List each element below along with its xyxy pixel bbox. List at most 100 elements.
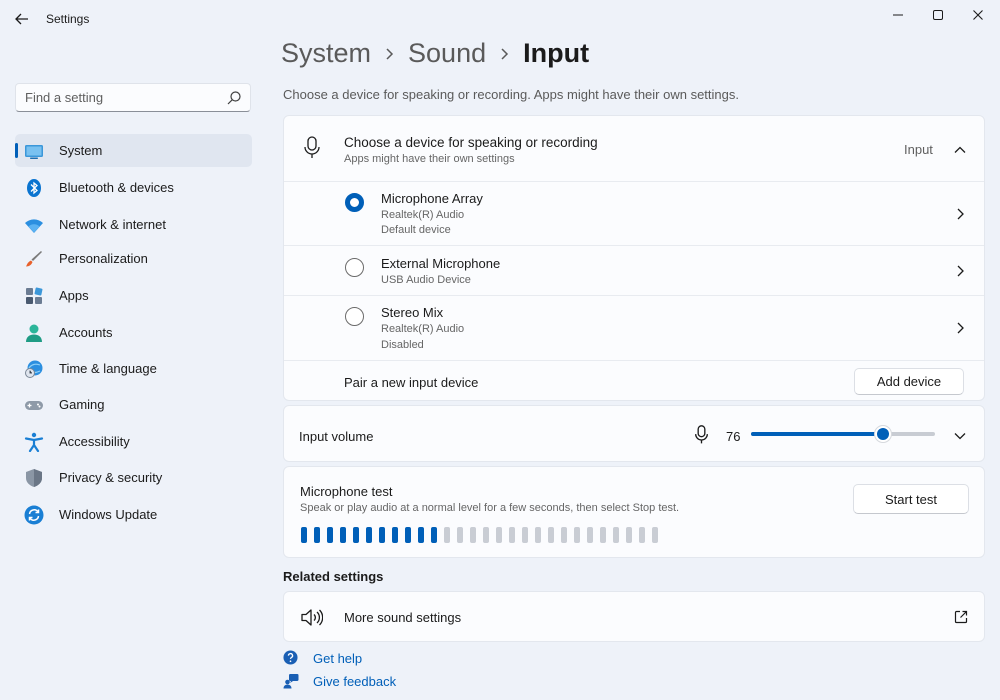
radio-unselected[interactable]: [345, 258, 364, 277]
section-label: Input: [904, 142, 933, 157]
get-help-label: Get help: [313, 651, 363, 666]
mic-level-meter: [301, 527, 658, 543]
volume-value: 76: [726, 429, 741, 444]
meter-bar-active: [418, 527, 424, 543]
device-card: Choose a device for speaking or recordin…: [283, 115, 985, 401]
maximize-button[interactable]: [918, 4, 958, 26]
apps-icon: [26, 287, 43, 304]
minimize-button[interactable]: [878, 4, 918, 26]
meter-bar-active: [314, 527, 320, 543]
feedback-icon: [283, 674, 299, 689]
device-card-subtitle: Apps might have their own settings: [344, 153, 515, 165]
sidebar-item-apps[interactable]: Apps: [15, 279, 252, 312]
sidebar-item-gaming[interactable]: Gaming: [15, 388, 252, 421]
meter-bar-active: [379, 527, 385, 543]
sidebar-item-label: Accounts: [59, 325, 113, 340]
device-name: Microphone Array: [381, 191, 483, 206]
meter-bar-inactive: [483, 527, 489, 543]
divider: [284, 360, 984, 361]
meter-bar-inactive: [600, 527, 606, 543]
meter-bar-inactive: [587, 527, 593, 543]
meter-bar-inactive: [574, 527, 580, 543]
volume-slider-thumb[interactable]: [874, 425, 892, 443]
sidebar-item-privacy[interactable]: Privacy & security: [15, 461, 252, 494]
sidebar-item-label: Privacy & security: [59, 470, 163, 485]
sidebar-item-label: Apps: [59, 288, 89, 303]
search-input[interactable]: [16, 84, 221, 111]
chevron-right-icon: [957, 265, 964, 277]
chevron-right-icon: [957, 322, 964, 334]
chevron-up-icon[interactable]: [954, 144, 966, 156]
get-help-link[interactable]: Get help: [283, 650, 383, 668]
mic-test-title: Microphone test: [300, 484, 393, 499]
sidebar-item-label: System: [59, 143, 103, 158]
brush-icon: [26, 251, 42, 267]
chevron-right-icon: [386, 47, 394, 60]
search-box[interactable]: [15, 83, 251, 112]
gamepad-icon: [25, 401, 43, 410]
external-link-icon: [954, 610, 968, 624]
close-icon: [973, 10, 983, 20]
sidebar-item-label: Personalization: [59, 251, 148, 266]
sidebar-item-time-language[interactable]: Time & language: [15, 352, 252, 385]
shield-icon: [26, 469, 42, 487]
microphone-icon[interactable]: [694, 425, 709, 445]
sidebar-item-bluetooth[interactable]: Bluetooth & devices: [15, 171, 252, 204]
start-test-button[interactable]: Start test: [853, 484, 969, 514]
radio-unselected[interactable]: [345, 307, 364, 326]
device-row-microphone-array[interactable]: Microphone Array Realtek(R) Audio Defaul…: [284, 182, 984, 245]
breadcrumb-sound[interactable]: Sound: [408, 38, 486, 69]
meter-bar-inactive: [470, 527, 476, 543]
page-subtitle: Choose a device for speaking or recordin…: [283, 87, 739, 102]
meter-bar-active: [431, 527, 437, 543]
breadcrumb: System Sound Input: [281, 38, 589, 69]
meter-bar-inactive: [613, 527, 619, 543]
system-icon: [25, 145, 43, 159]
meter-bar-inactive: [561, 527, 567, 543]
sidebar-item-label: Gaming: [59, 397, 105, 412]
add-device-button[interactable]: Add device: [854, 368, 964, 395]
device-status: Disabled: [381, 339, 424, 351]
meter-bar-inactive: [626, 527, 632, 543]
volume-slider-fill: [751, 432, 883, 436]
sidebar-item-label: Bluetooth & devices: [59, 180, 174, 195]
chevron-down-icon[interactable]: [954, 430, 966, 442]
sidebar-item-label: Time & language: [59, 361, 157, 376]
mic-test-description: Speak or play audio at a normal level fo…: [300, 502, 680, 514]
meter-bar-active: [340, 527, 346, 543]
device-row-stereo-mix[interactable]: Stereo Mix Realtek(R) Audio Disabled: [284, 296, 984, 360]
search-icon[interactable]: [226, 90, 242, 106]
bluetooth-icon: [27, 179, 41, 197]
meter-bar-active: [366, 527, 372, 543]
sidebar-item-personalization[interactable]: Personalization: [15, 242, 252, 275]
minimize-icon: [893, 14, 903, 16]
device-status: Default device: [381, 224, 451, 236]
device-card-header[interactable]: Choose a device for speaking or recordin…: [284, 116, 984, 181]
give-feedback-link[interactable]: Give feedback: [283, 673, 403, 691]
breadcrumb-system[interactable]: System: [281, 38, 371, 69]
sidebar-item-accessibility[interactable]: Accessibility: [15, 425, 252, 458]
related-settings-heading: Related settings: [283, 569, 384, 584]
meter-bar-active: [392, 527, 398, 543]
device-driver: Realtek(R) Audio: [381, 323, 465, 335]
close-button[interactable]: [958, 4, 998, 26]
sidebar-item-windows-update[interactable]: Windows Update: [15, 498, 252, 531]
pair-device-label: Pair a new input device: [344, 375, 479, 390]
page-title: Input: [523, 38, 590, 68]
sidebar-item-system[interactable]: System: [15, 134, 252, 167]
device-driver: Realtek(R) Audio: [381, 209, 465, 221]
microphone-test-card: Microphone test Speak or play audio at a…: [283, 466, 985, 558]
device-name: External Microphone: [381, 256, 501, 271]
chevron-right-icon: [501, 47, 509, 60]
meter-bar-active: [327, 527, 333, 543]
sidebar-item-label: Accessibility: [59, 434, 130, 449]
sidebar-item-accounts[interactable]: Accounts: [15, 316, 252, 349]
chevron-right-icon: [957, 208, 964, 220]
radio-selected[interactable]: [345, 193, 364, 212]
back-button[interactable]: [8, 6, 36, 32]
accessibility-icon: [24, 432, 44, 452]
device-row-external-microphone[interactable]: External Microphone USB Audio Device: [284, 246, 984, 295]
more-sound-settings-row[interactable]: More sound settings: [283, 591, 985, 642]
meter-bar-active: [405, 527, 411, 543]
sidebar-item-network[interactable]: Network & internet: [15, 208, 252, 241]
